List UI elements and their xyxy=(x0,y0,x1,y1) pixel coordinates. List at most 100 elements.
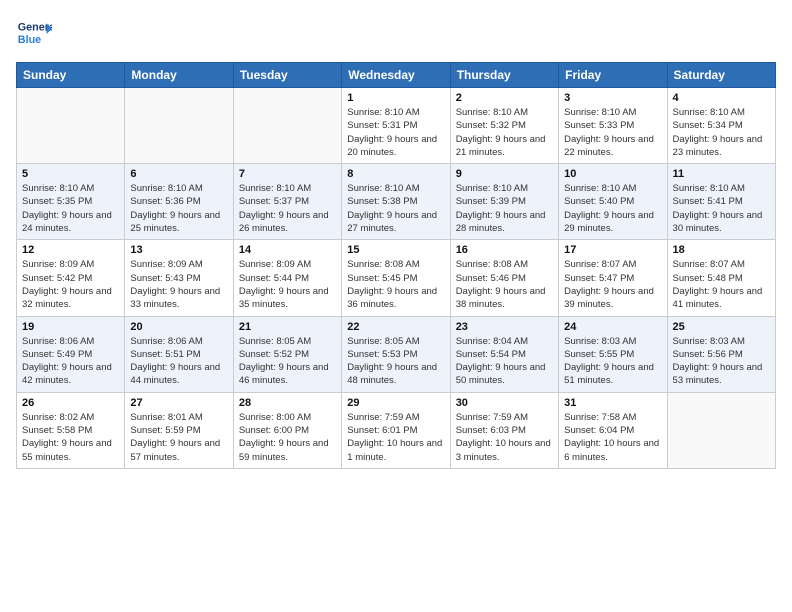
day-info: Sunrise: 8:10 AM Sunset: 5:32 PM Dayligh… xyxy=(456,106,553,159)
day-cell: 11 Sunrise: 8:10 AM Sunset: 5:41 PM Dayli… xyxy=(667,164,775,240)
day-cell: 1 Sunrise: 8:10 AM Sunset: 5:31 PM Daylig… xyxy=(342,88,450,164)
logo: General Blue xyxy=(16,16,52,52)
day-number: 3 xyxy=(564,92,661,104)
weekday-header-friday: Friday xyxy=(559,63,667,88)
day-number: 14 xyxy=(239,244,336,256)
day-number: 15 xyxy=(347,244,444,256)
day-info: Sunrise: 8:10 AM Sunset: 5:36 PM Dayligh… xyxy=(130,182,227,235)
day-number: 5 xyxy=(22,168,119,180)
day-cell: 26Sunrise: 8:02 AM Sunset: 5:58 PM Dayli… xyxy=(17,392,125,468)
week-row-3: 12 Sunrise: 8:09 AM Sunset: 5:42 PM Dayli… xyxy=(17,240,776,316)
day-number: 11 xyxy=(673,168,770,180)
weekday-header-thursday: Thursday xyxy=(450,63,558,88)
day-cell: 12 Sunrise: 8:09 AM Sunset: 5:42 PM Dayli… xyxy=(17,240,125,316)
day-info: Sunrise: 8:10 AM Sunset: 5:33 PM Dayligh… xyxy=(564,106,661,159)
day-cell: 9 Sunrise: 8:10 AM Sunset: 5:39 PM Daylig… xyxy=(450,164,558,240)
day-cell: 16 Sunrise: 8:08 AM Sunset: 5:46 PM Dayli… xyxy=(450,240,558,316)
day-info: Sunrise: 8:08 AM Sunset: 5:46 PM Dayligh… xyxy=(456,258,553,311)
day-info: Sunrise: 7:59 AM Sunset: 6:01 PM Dayligh… xyxy=(347,411,444,464)
day-cell: 24 Sunrise: 8:03 AM Sunset: 5:55 PM Dayli… xyxy=(559,316,667,392)
weekday-header-monday: Monday xyxy=(125,63,233,88)
day-number: 4 xyxy=(673,92,770,104)
day-info: Sunrise: 7:58 AM Sunset: 6:04 PM Dayligh… xyxy=(564,411,661,464)
week-row-4: 19Sunrise: 8:06 AM Sunset: 5:49 PM Dayli… xyxy=(17,316,776,392)
day-number: 24 xyxy=(564,321,661,333)
page: General Blue SundayMondayTuesdayWednesda… xyxy=(0,0,792,612)
day-cell xyxy=(233,88,341,164)
day-cell: 19Sunrise: 8:06 AM Sunset: 5:49 PM Dayli… xyxy=(17,316,125,392)
day-cell: 8 Sunrise: 8:10 AM Sunset: 5:38 PM Daylig… xyxy=(342,164,450,240)
day-cell: 4Sunrise: 8:10 AM Sunset: 5:34 PM Daylig… xyxy=(667,88,775,164)
day-cell: 2 Sunrise: 8:10 AM Sunset: 5:32 PM Daylig… xyxy=(450,88,558,164)
day-cell: 29 Sunrise: 7:59 AM Sunset: 6:01 PM Dayli… xyxy=(342,392,450,468)
day-cell xyxy=(125,88,233,164)
day-info: Sunrise: 7:59 AM Sunset: 6:03 PM Dayligh… xyxy=(456,411,553,464)
day-cell: 14 Sunrise: 8:09 AM Sunset: 5:44 PM Dayli… xyxy=(233,240,341,316)
day-info: Sunrise: 8:01 AM Sunset: 5:59 PM Dayligh… xyxy=(130,411,227,464)
week-row-2: 5Sunrise: 8:10 AM Sunset: 5:35 PM Daylig… xyxy=(17,164,776,240)
day-number: 22 xyxy=(347,321,444,333)
day-number: 10 xyxy=(564,168,661,180)
day-cell: 28 Sunrise: 8:00 AM Sunset: 6:00 PM Dayli… xyxy=(233,392,341,468)
day-cell: 25 Sunrise: 8:03 AM Sunset: 5:56 PM Dayli… xyxy=(667,316,775,392)
day-number: 1 xyxy=(347,92,444,104)
day-info: Sunrise: 8:09 AM Sunset: 5:43 PM Dayligh… xyxy=(130,258,227,311)
day-info: Sunrise: 8:03 AM Sunset: 5:55 PM Dayligh… xyxy=(564,335,661,388)
day-number: 16 xyxy=(456,244,553,256)
day-info: Sunrise: 8:09 AM Sunset: 5:44 PM Dayligh… xyxy=(239,258,336,311)
weekday-header-row: SundayMondayTuesdayWednesdayThursdayFrid… xyxy=(17,63,776,88)
day-number: 21 xyxy=(239,321,336,333)
day-number: 2 xyxy=(456,92,553,104)
day-info: Sunrise: 8:03 AM Sunset: 5:56 PM Dayligh… xyxy=(673,335,770,388)
day-cell: 30 Sunrise: 7:59 AM Sunset: 6:03 PM Dayli… xyxy=(450,392,558,468)
day-info: Sunrise: 8:05 AM Sunset: 5:52 PM Dayligh… xyxy=(239,335,336,388)
week-row-5: 26Sunrise: 8:02 AM Sunset: 5:58 PM Dayli… xyxy=(17,392,776,468)
day-number: 28 xyxy=(239,397,336,409)
day-number: 27 xyxy=(130,397,227,409)
day-cell xyxy=(667,392,775,468)
day-cell: 7 Sunrise: 8:10 AM Sunset: 5:37 PM Daylig… xyxy=(233,164,341,240)
header: General Blue xyxy=(16,16,776,52)
day-info: Sunrise: 8:05 AM Sunset: 5:53 PM Dayligh… xyxy=(347,335,444,388)
day-number: 29 xyxy=(347,397,444,409)
day-info: Sunrise: 8:07 AM Sunset: 5:48 PM Dayligh… xyxy=(673,258,770,311)
day-number: 18 xyxy=(673,244,770,256)
day-cell: 5Sunrise: 8:10 AM Sunset: 5:35 PM Daylig… xyxy=(17,164,125,240)
day-info: Sunrise: 8:06 AM Sunset: 5:49 PM Dayligh… xyxy=(22,335,119,388)
day-info: Sunrise: 8:10 AM Sunset: 5:41 PM Dayligh… xyxy=(673,182,770,235)
day-cell: 23 Sunrise: 8:04 AM Sunset: 5:54 PM Dayli… xyxy=(450,316,558,392)
day-number: 12 xyxy=(22,244,119,256)
day-number: 13 xyxy=(130,244,227,256)
day-cell: 20 Sunrise: 8:06 AM Sunset: 5:51 PM Dayli… xyxy=(125,316,233,392)
day-cell: 13 Sunrise: 8:09 AM Sunset: 5:43 PM Dayli… xyxy=(125,240,233,316)
day-info: Sunrise: 8:10 AM Sunset: 5:37 PM Dayligh… xyxy=(239,182,336,235)
day-number: 30 xyxy=(456,397,553,409)
weekday-header-wednesday: Wednesday xyxy=(342,63,450,88)
day-cell: 3 Sunrise: 8:10 AM Sunset: 5:33 PM Daylig… xyxy=(559,88,667,164)
day-info: Sunrise: 8:08 AM Sunset: 5:45 PM Dayligh… xyxy=(347,258,444,311)
day-number: 8 xyxy=(347,168,444,180)
day-number: 31 xyxy=(564,397,661,409)
day-number: 7 xyxy=(239,168,336,180)
day-cell: 27 Sunrise: 8:01 AM Sunset: 5:59 PM Dayli… xyxy=(125,392,233,468)
day-number: 26 xyxy=(22,397,119,409)
day-info: Sunrise: 8:10 AM Sunset: 5:39 PM Dayligh… xyxy=(456,182,553,235)
weekday-header-sunday: Sunday xyxy=(17,63,125,88)
week-row-1: 1 Sunrise: 8:10 AM Sunset: 5:31 PM Daylig… xyxy=(17,88,776,164)
day-cell xyxy=(17,88,125,164)
day-info: Sunrise: 8:10 AM Sunset: 5:38 PM Dayligh… xyxy=(347,182,444,235)
logo-icon: General Blue xyxy=(16,16,52,52)
day-info: Sunrise: 8:04 AM Sunset: 5:54 PM Dayligh… xyxy=(456,335,553,388)
day-number: 25 xyxy=(673,321,770,333)
day-info: Sunrise: 8:06 AM Sunset: 5:51 PM Dayligh… xyxy=(130,335,227,388)
day-info: Sunrise: 8:00 AM Sunset: 6:00 PM Dayligh… xyxy=(239,411,336,464)
day-cell: 18 Sunrise: 8:07 AM Sunset: 5:48 PM Dayli… xyxy=(667,240,775,316)
day-info: Sunrise: 8:09 AM Sunset: 5:42 PM Dayligh… xyxy=(22,258,119,311)
day-info: Sunrise: 8:10 AM Sunset: 5:31 PM Dayligh… xyxy=(347,106,444,159)
day-number: 20 xyxy=(130,321,227,333)
day-number: 23 xyxy=(456,321,553,333)
day-cell: 10Sunrise: 8:10 AM Sunset: 5:40 PM Dayli… xyxy=(559,164,667,240)
day-cell: 6Sunrise: 8:10 AM Sunset: 5:36 PM Daylig… xyxy=(125,164,233,240)
day-cell: 31 Sunrise: 7:58 AM Sunset: 6:04 PM Dayli… xyxy=(559,392,667,468)
day-number: 9 xyxy=(456,168,553,180)
